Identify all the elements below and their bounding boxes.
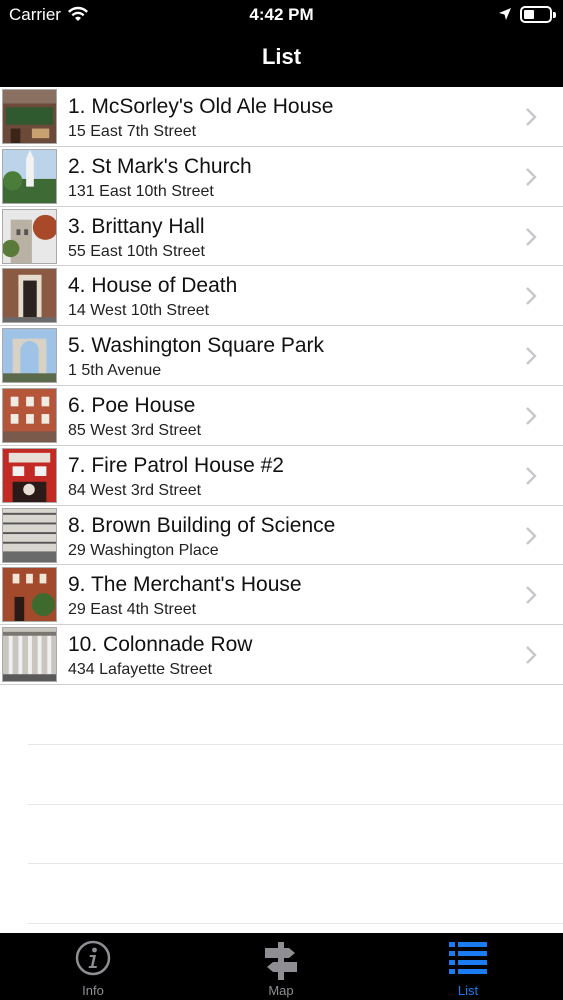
item-title: 4. House of Death: [68, 274, 238, 298]
item-address: 434 Lafayette Street: [68, 661, 213, 679]
item-title: 10. Colonnade Row: [68, 633, 253, 657]
thumbnail-image: [2, 328, 57, 384]
empty-row-separator: [28, 804, 563, 805]
signpost-icon: [265, 942, 297, 980]
thumbnail-image: [2, 627, 57, 683]
tab-list[interactable]: List: [398, 933, 538, 1000]
chevron-right-icon: [526, 287, 537, 306]
list-item[interactable]: 10. Colonnade Row 434 Lafayette Street: [0, 625, 563, 685]
item-address: 29 East 4th Street: [68, 601, 197, 619]
list-item[interactable]: 9. The Merchant's House 29 East 4th Stre…: [0, 565, 563, 626]
chevron-right-icon: [526, 407, 537, 425]
battery-icon: [520, 6, 556, 23]
item-address: 55 East 10th Street: [68, 242, 205, 260]
chevron-right-icon: [526, 646, 537, 665]
tab-label: Map: [268, 983, 294, 998]
tab-label: List: [457, 983, 479, 998]
thumbnail-image: [2, 507, 57, 563]
chevron-right-icon: [526, 586, 537, 605]
chevron-right-icon: [526, 108, 537, 126]
list-item[interactable]: 7. Fire Patrol House #2 84 West 3rd Stre…: [0, 445, 563, 506]
chevron-right-icon: [526, 526, 537, 545]
chevron-right-icon: [526, 347, 537, 366]
item-address: 14 West 10th Street: [68, 302, 210, 320]
item-address: 1 5th Avenue: [68, 362, 162, 380]
chevron-right-icon: [526, 466, 537, 485]
status-bar: Carrier 4:42 PM: [0, 0, 563, 30]
info-icon: [75, 940, 111, 976]
thumbnail-image: [2, 268, 57, 324]
item-address: 85 West 3rd Street: [68, 421, 202, 439]
empty-row-separator: [28, 744, 563, 745]
thumbnail-image: [2, 148, 57, 204]
item-title: 6. Poe House: [68, 393, 196, 417]
thumbnail-image: [2, 387, 57, 443]
item-address: 131 East 10th Street: [68, 182, 214, 200]
chevron-right-icon: [526, 167, 537, 186]
thumbnail-image: [2, 89, 57, 144]
list-item[interactable]: 8. Brown Building of Science 29 Washingt…: [0, 505, 563, 566]
item-title: 5. Washington Square Park: [68, 334, 325, 358]
tab-bar: Info Map List: [0, 933, 563, 1000]
list-item[interactable]: 3. Brittany Hall 55 East 10th Street: [0, 206, 563, 267]
empty-row-separator: [28, 863, 563, 864]
list-item[interactable]: 6. Poe House 85 West 3rd Street: [0, 385, 563, 446]
chevron-right-icon: [526, 227, 537, 246]
item-address: 15 East 7th Street: [68, 123, 197, 140]
item-title: 1. McSorley's Old Ale House: [68, 95, 334, 118]
empty-row-separator: [28, 923, 563, 924]
list-item[interactable]: 4. House of Death 14 West 10th Street: [0, 266, 563, 327]
location-list: 1. McSorley's Old Ale House 15 East 7th …: [0, 87, 563, 685]
tab-info[interactable]: Info: [23, 933, 163, 1000]
thumbnail-image: [2, 208, 57, 264]
thumbnail-image: [2, 447, 57, 503]
item-title: 7. Fire Patrol House #2: [68, 453, 284, 477]
tab-map[interactable]: Map: [211, 933, 351, 1000]
location-arrow-icon: [499, 8, 511, 20]
list-item[interactable]: 2. St Mark's Church 131 East 10th Street: [0, 146, 563, 207]
tab-label: Info: [82, 983, 104, 998]
item-address: 84 West 3rd Street: [68, 481, 202, 499]
item-title: 9. The Merchant's House: [68, 573, 302, 597]
item-title: 3. Brittany Hall: [68, 214, 205, 238]
nav-title: List: [261, 44, 302, 69]
thumbnail-image: [2, 567, 57, 623]
clock: 4:42 PM: [249, 5, 314, 24]
item-title: 8. Brown Building of Science: [68, 513, 336, 537]
list-icon: [449, 942, 487, 974]
list-item[interactable]: 5. Washington Square Park 1 5th Avenue: [0, 326, 563, 386]
item-address: 29 Washington Place: [68, 541, 219, 559]
item-title: 2. St Mark's Church: [68, 154, 252, 178]
top-bar: Carrier 4:42 PM List: [0, 0, 563, 87]
list-item[interactable]: 1. McSorley's Old Ale House 15 East 7th …: [0, 87, 563, 147]
